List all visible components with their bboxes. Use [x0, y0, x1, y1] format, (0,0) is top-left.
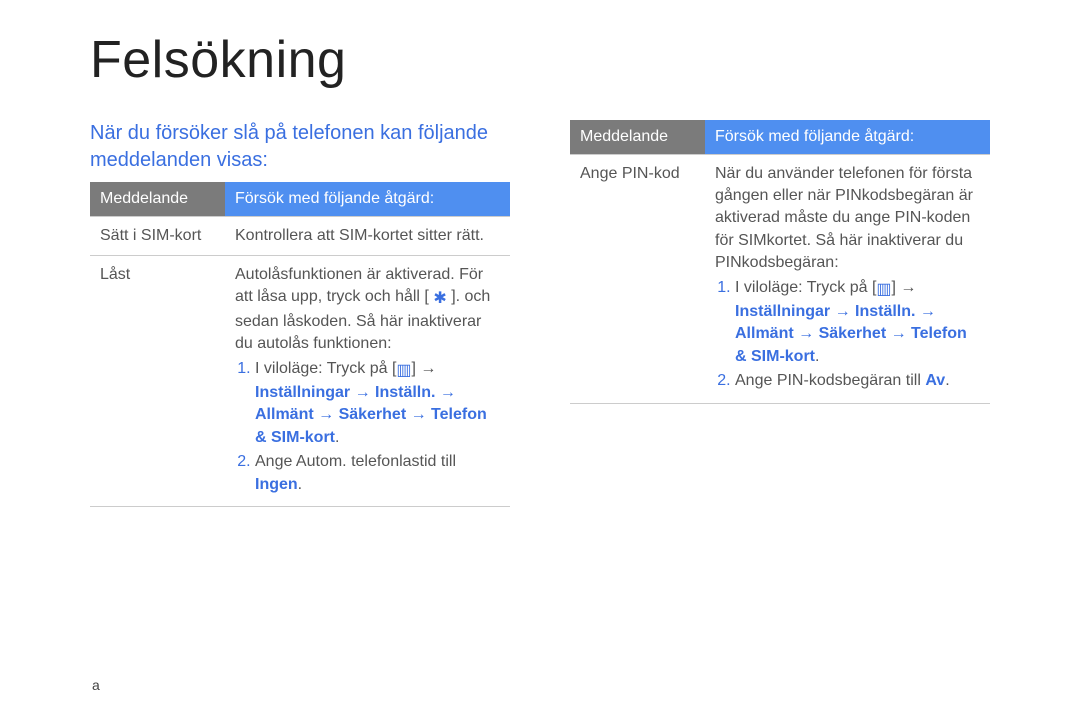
- step-plain-pre: I viloläge: Tryck på [: [255, 360, 396, 377]
- columns: När du försöker slå på telefonen kan föl…: [90, 120, 990, 507]
- step2-bold: Av: [925, 372, 945, 389]
- row-message: Ange PIN-kod: [570, 154, 705, 403]
- step2-tail: .: [298, 476, 302, 493]
- page-marker: a: [92, 677, 100, 693]
- intro-text: När du försöker slå på telefonen kan föl…: [90, 120, 510, 174]
- list-item: Ange Autom. telefonlastid till Ingen.: [255, 451, 500, 496]
- step2-tail: .: [945, 372, 949, 389]
- menu-icon: ▥: [396, 360, 411, 382]
- row-message: Låst: [90, 255, 225, 506]
- left-table: Meddelande Försök med följande åtgärd: S…: [90, 182, 510, 507]
- list-item: I viloläge: Tryck på [▥] → Inställningar…: [255, 358, 500, 450]
- step2-plain: Ange Autom. telefonlastid till: [255, 453, 456, 470]
- table-header-row: Meddelande Försök med följande åtgärd:: [570, 120, 990, 154]
- row-action: Kontrollera att SIM-kortet sitter rätt.: [225, 216, 510, 255]
- table-row: Låst Autolåsfunktionen är aktiverad. För…: [90, 255, 510, 506]
- row-message: Sätt i SIM-kort: [90, 216, 225, 255]
- right-column: Meddelande Försök med följande åtgärd: A…: [570, 120, 990, 507]
- header-message: Meddelande: [570, 120, 705, 154]
- step2-plain: Ange PIN-kodsbegäran till: [735, 372, 925, 389]
- table-row: Ange PIN-kod När du använder telefonen f…: [570, 154, 990, 403]
- step-bold: Inställningar → Inställn. → Allmänt → Sä…: [255, 384, 487, 446]
- step-tail: .: [335, 429, 339, 446]
- step-plain-suf: ] →: [892, 279, 917, 296]
- star-icon: ✱: [433, 288, 446, 310]
- row-action: När du använder telefonen för första gån…: [705, 154, 990, 403]
- page: Felsökning När du försöker slå på telefo…: [0, 0, 1080, 721]
- table-header-row: Meddelande Försök med följande åtgärd:: [90, 182, 510, 216]
- action-intro: När du använder telefonen för första gån…: [715, 165, 973, 272]
- table-row: Sätt i SIM-kort Kontrollera att SIM-kort…: [90, 216, 510, 255]
- step-plain-suf: ] →: [412, 360, 437, 377]
- header-action: Försök med följande åtgärd:: [705, 120, 990, 154]
- header-message: Meddelande: [90, 182, 225, 216]
- header-action: Försök med följande åtgärd:: [225, 182, 510, 216]
- step2-bold: Ingen: [255, 476, 298, 493]
- page-title: Felsökning: [90, 30, 990, 90]
- list-item: Ange PIN-kodsbegäran till Av.: [735, 370, 980, 392]
- list-item: I viloläge: Tryck på [▥] → Inställningar…: [735, 277, 980, 369]
- right-table: Meddelande Försök med följande åtgärd: A…: [570, 120, 990, 404]
- step-tail: .: [815, 348, 819, 365]
- step-plain-pre: I viloläge: Tryck på [: [735, 279, 876, 296]
- steps-list: I viloläge: Tryck på [▥] → Inställningar…: [715, 277, 980, 393]
- steps-list: I viloläge: Tryck på [▥] → Inställningar…: [235, 358, 500, 496]
- left-column: När du försöker slå på telefonen kan föl…: [90, 120, 510, 507]
- menu-icon: ▥: [876, 279, 891, 301]
- step-bold: Inställningar → Inställn. → Allmänt → Sä…: [735, 303, 967, 365]
- row-action: Autolåsfunktionen är aktiverad. För att …: [225, 255, 510, 506]
